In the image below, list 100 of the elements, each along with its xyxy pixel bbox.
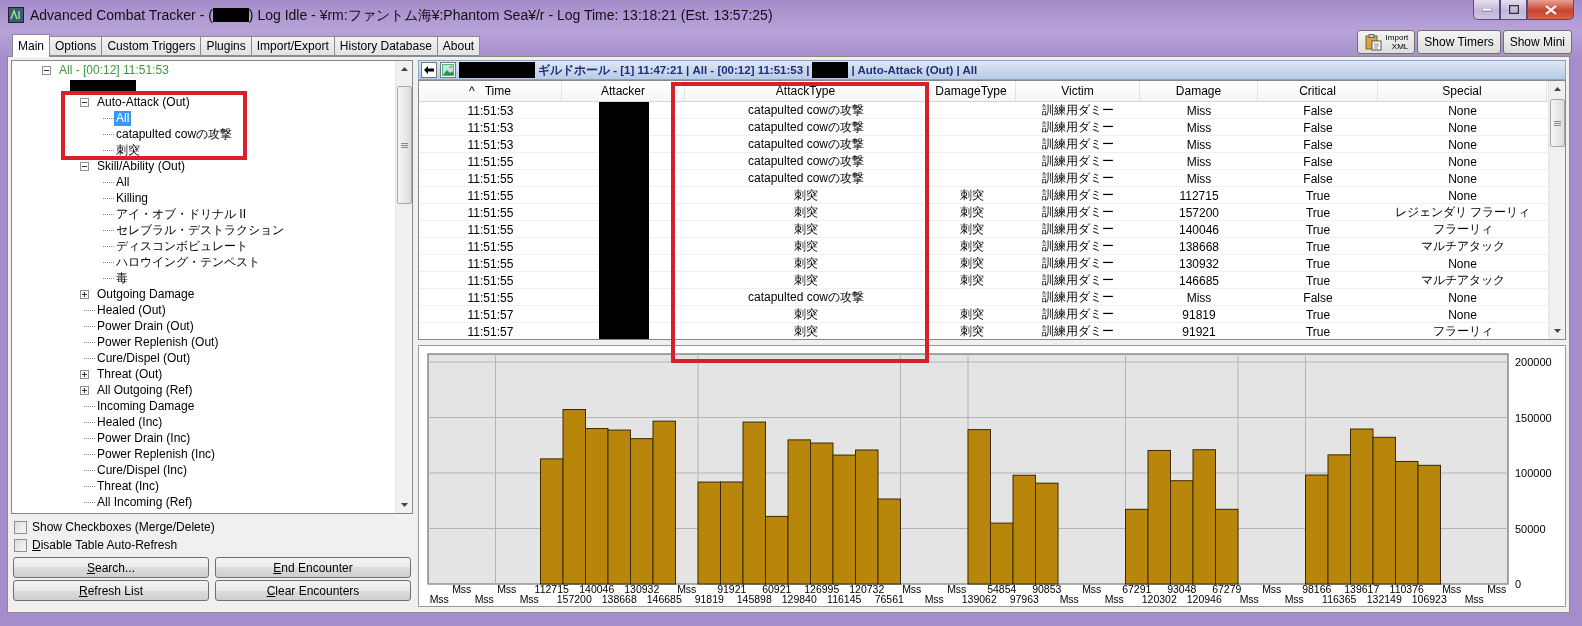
tab[interactable]: History Database xyxy=(333,36,438,56)
column-header[interactable]: Victim xyxy=(1016,81,1140,101)
axis-label: Mss xyxy=(1284,593,1304,605)
column-header[interactable]: Attacker xyxy=(562,81,685,101)
tab[interactable]: Main xyxy=(12,34,50,57)
table-cell-text: 11:51:55 xyxy=(466,221,515,238)
tree-item[interactable]: ディスコンボビュレート xyxy=(114,238,250,254)
tree-item[interactable]: ハロウイング・テンペスト xyxy=(114,254,262,270)
tree-item[interactable]: Threat (Inc) xyxy=(95,478,161,494)
column-header[interactable]: Special xyxy=(1378,81,1547,101)
collapse-icon[interactable] xyxy=(42,65,51,75)
tab[interactable]: Options xyxy=(49,36,103,56)
scroll-thumb[interactable] xyxy=(1549,99,1565,147)
import-button[interactable]: Import XML xyxy=(1356,30,1416,54)
tree-item[interactable]: Power Replenish (Inc) xyxy=(95,446,218,462)
axis-label: Mss xyxy=(1059,593,1079,605)
action-button[interactable]: Search... xyxy=(13,557,209,578)
axis-label: Mss xyxy=(429,593,449,605)
minimize-button[interactable] xyxy=(1473,0,1500,20)
tree-item[interactable]: All Outgoing (Ref) xyxy=(95,382,195,398)
axis-label: 150000 xyxy=(1515,411,1552,424)
tree-item[interactable]: 刺突 xyxy=(114,142,142,158)
collapse-icon[interactable] xyxy=(80,97,89,107)
axis-label: 98166 xyxy=(1302,583,1332,595)
column-header[interactable]: Damage xyxy=(1140,81,1258,101)
tab[interactable]: Custom Triggers xyxy=(101,36,202,56)
maximize-button[interactable] xyxy=(1500,0,1527,20)
tree-item[interactable]: All - [00:12] 11:51:53 xyxy=(57,62,171,78)
tree-item[interactable]: Skill/Ability (Out) xyxy=(95,158,187,174)
table-cell-text: 訓練用ダミー xyxy=(1041,255,1115,272)
table-cell-text: 訓練用ダミー xyxy=(1041,136,1115,153)
action-button[interactable]: Clear Encounters xyxy=(215,580,411,601)
checkbox[interactable] xyxy=(14,520,27,534)
table-cell-text: 11:51:53 xyxy=(466,119,515,136)
tree-item[interactable]: 毒 xyxy=(114,270,130,286)
expand-icon[interactable] xyxy=(80,369,89,379)
axis-label: 140046 xyxy=(579,583,615,595)
tree-item[interactable]: Healed (Inc) xyxy=(95,414,165,430)
checkbox-label[interactable]: Disable Table Auto-Refresh xyxy=(32,538,178,552)
table-cell-text: マルチアタック xyxy=(1419,272,1506,289)
table-cell-text: 11:51:55 xyxy=(466,289,515,306)
scrollbar[interactable] xyxy=(1548,81,1565,339)
tree-item[interactable]: Cure/Dispel (Out) xyxy=(95,350,193,366)
tree-item[interactable]: Power Replenish (Out) xyxy=(95,334,221,350)
table-cell-text: None xyxy=(1447,255,1478,272)
axis-label: 120732 xyxy=(849,583,885,595)
table-cell-text: 訓練用ダミー xyxy=(1041,153,1115,170)
action-button[interactable]: Refresh List xyxy=(13,580,209,601)
action-button[interactable]: End Encounter xyxy=(215,557,411,578)
axis-label: 112715 xyxy=(534,583,569,595)
table-cell-text: True xyxy=(1304,238,1332,255)
tree-item[interactable]: Incoming Damage xyxy=(95,398,197,414)
tree-item[interactable]: Power Drain (Inc) xyxy=(95,430,193,446)
minimize-icon xyxy=(1481,7,1492,12)
scrollbar[interactable] xyxy=(395,61,412,513)
tree-item[interactable]: Cure/Dispel (Inc) xyxy=(95,462,190,478)
tree-item[interactable]: Auto-Attack (Out) xyxy=(95,94,192,110)
tab[interactable]: About xyxy=(436,36,481,56)
close-icon xyxy=(1544,4,1557,15)
breadcrumb-text[interactable]: | Auto-Attack (Out) | All xyxy=(851,64,978,76)
axis-label: Mss xyxy=(474,593,494,605)
tree-item[interactable]: Threat (Out) xyxy=(95,366,165,382)
redaction-bar xyxy=(598,102,649,119)
table-cell-text: 訓練用ダミー xyxy=(1041,306,1115,323)
tree-item[interactable]: Killing xyxy=(114,190,150,206)
table-cell-text: None xyxy=(1447,289,1478,306)
breadcrumb-text[interactable]: ギルドホール - [1] 11:47:21 | All - [00:12] 11:51:53 | xyxy=(538,62,810,78)
table-cell-text: 11:51:55 xyxy=(466,153,515,170)
column-header[interactable]: ^ Time xyxy=(419,81,562,101)
tree-item[interactable]: catapulted cowの攻撃 xyxy=(114,126,235,142)
toolbar-button[interactable]: Show Mini xyxy=(1502,30,1572,54)
close-button[interactable] xyxy=(1527,0,1574,20)
axis-label: 76561 xyxy=(874,593,904,605)
axis-label: 120302 xyxy=(1141,593,1177,605)
tree-item[interactable]: セレブラル・デストラクション xyxy=(114,222,286,238)
table-cell-text: 刺突 xyxy=(793,187,819,204)
toolbar-button[interactable]: Show Timers xyxy=(1417,30,1501,54)
column-header[interactable]: DamageType xyxy=(927,81,1016,101)
collapse-icon[interactable] xyxy=(80,161,89,171)
table-cell-text: 訓練用ダミー xyxy=(1041,238,1115,255)
expand-icon[interactable] xyxy=(80,385,89,395)
scroll-thumb[interactable] xyxy=(396,86,412,204)
tree-item[interactable]: Power Drain (Out) xyxy=(95,318,196,334)
tree-item[interactable]: アイ・オブ・ドリナル II xyxy=(114,206,248,222)
checkbox-label[interactable]: Show Checkboxes (Merge/Delete) xyxy=(32,520,215,534)
table-cell-text: 112715 xyxy=(1178,187,1220,204)
axis-label: 67279 xyxy=(1212,583,1242,595)
tree-item[interactable]: Outgoing Damage xyxy=(95,286,197,302)
table-cell-text: フラーリィ xyxy=(1431,323,1494,339)
expand-icon[interactable] xyxy=(80,289,89,299)
tab[interactable]: Import/Export xyxy=(250,36,335,56)
tree-item[interactable]: Healed (Out) xyxy=(95,302,168,318)
tree-item[interactable]: All xyxy=(114,174,132,190)
checkbox[interactable] xyxy=(14,538,27,552)
table-cell-text: 訓練用ダミー xyxy=(1041,170,1115,187)
tab[interactable]: Plugins xyxy=(200,36,252,56)
tree-item[interactable]: All Incoming (Ref) xyxy=(95,494,195,510)
window-title: Advanced Combat Tracker - ( xyxy=(30,6,213,25)
axis-label: 91921 xyxy=(717,583,747,595)
column-header[interactable]: Critical xyxy=(1258,81,1378,101)
